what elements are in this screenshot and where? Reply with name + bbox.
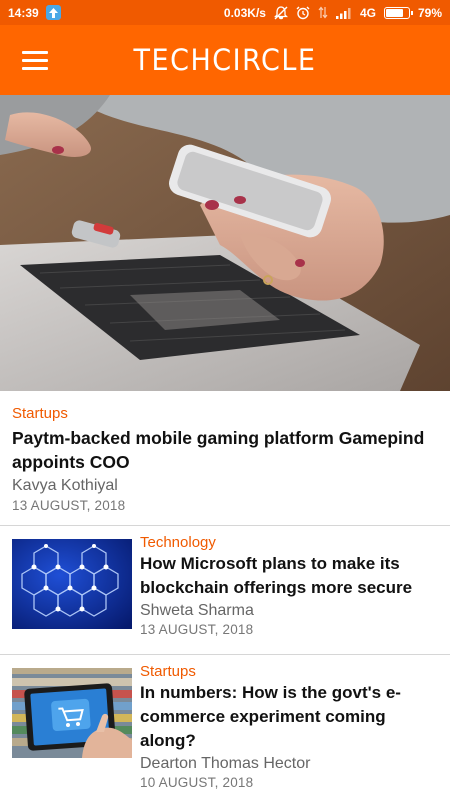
alarm-icon: [296, 6, 310, 20]
article-author: Dearton Thomas Hector: [140, 755, 311, 772]
signal-icon: [335, 7, 352, 19]
list-item[interactable]: Startups In numbers: How is the govt's e…: [0, 655, 450, 800]
battery-percent: 79%: [417, 5, 442, 20]
article-category[interactable]: Startups: [140, 663, 438, 680]
article-author: Kavya Kothiyal: [12, 477, 118, 494]
featured-image[interactable]: [0, 95, 450, 391]
app-logo[interactable]: TECHCIRCLE: [134, 43, 317, 77]
article-date: 13 AUGUST, 2018: [140, 622, 254, 637]
article-title[interactable]: How Microsoft plans to make its blockcha…: [140, 552, 438, 600]
battery-icon: [383, 6, 413, 19]
mute-icon: [273, 5, 288, 20]
article-title[interactable]: Paytm-backed mobile gaming platform Game…: [12, 426, 438, 474]
article-author: Shweta Sharma: [140, 602, 254, 619]
article-thumbnail[interactable]: [12, 539, 132, 629]
data-arrows-icon: [318, 6, 328, 19]
network-speed: 0.03K/s: [223, 5, 266, 20]
article-date: 10 AUGUST, 2018: [140, 775, 254, 790]
featured-article[interactable]: Startups Paytm-backed mobile gaming plat…: [0, 391, 450, 525]
clock: 14:39: [8, 5, 39, 20]
network-type: 4G: [359, 5, 376, 20]
list-item[interactable]: Technology How Microsoft plans to make i…: [0, 526, 450, 654]
app-bar: TECHCIRCLE: [0, 25, 450, 95]
upload-notification-icon: [45, 5, 61, 20]
article-title[interactable]: In numbers: How is the govt's e-commerce…: [140, 681, 438, 753]
article-thumbnail[interactable]: [12, 668, 132, 758]
article-category[interactable]: Technology: [140, 534, 438, 551]
status-bar: 14:39 0.03K/s 4G 79%: [0, 0, 450, 25]
article-category[interactable]: Startups: [12, 405, 438, 422]
hamburger-menu-icon[interactable]: [22, 48, 48, 72]
article-date: 13 AUGUST, 2018: [12, 498, 126, 513]
